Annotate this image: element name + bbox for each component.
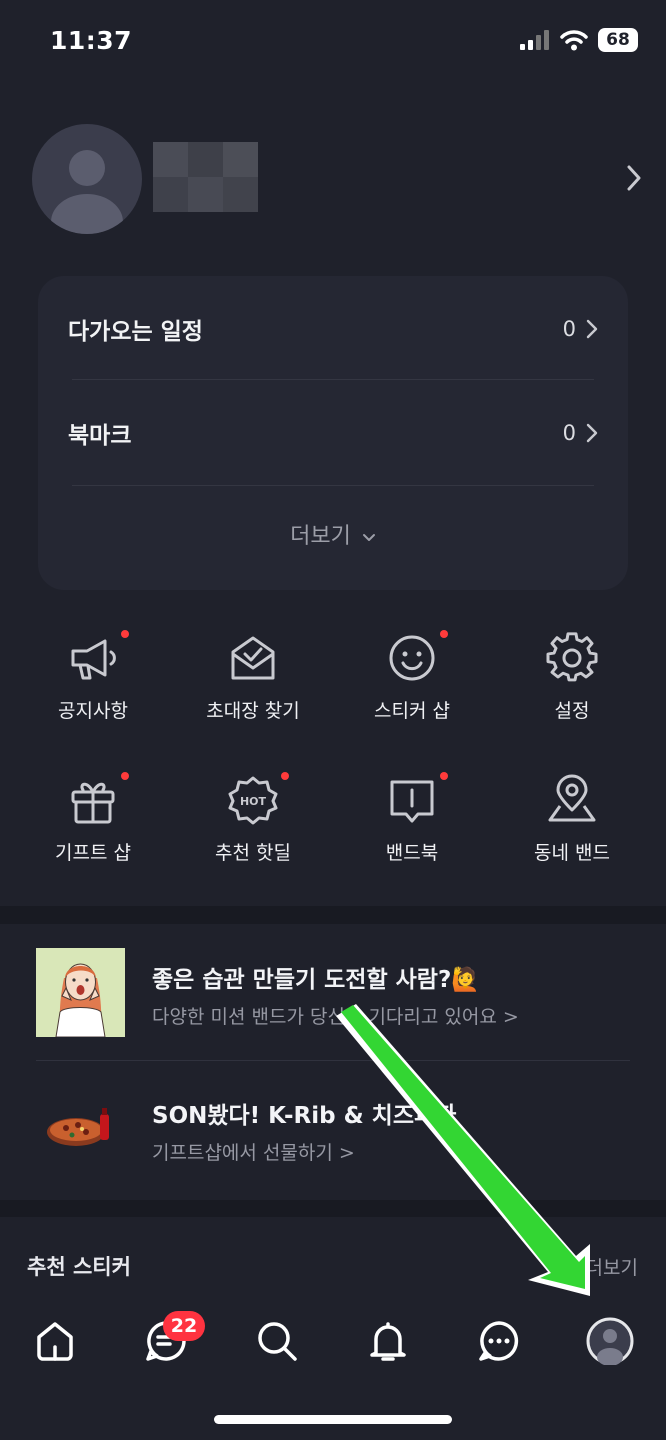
- row-label: 다가오는 일정: [68, 319, 203, 345]
- promo-subtitle: 기프트샵에서 선물하기 >: [152, 1142, 355, 1164]
- gear-icon: [546, 632, 598, 682]
- pizza-image: [47, 1108, 109, 1146]
- bookmark-row[interactable]: 북마크 0: [68, 380, 598, 486]
- menu-item-hot-deal[interactable]: HOT 추천 핫딜: [173, 772, 333, 874]
- tab-notifications[interactable]: [353, 1306, 423, 1376]
- tab-home[interactable]: [20, 1306, 90, 1376]
- recommended-stickers-title: 추천 스티커: [27, 1255, 131, 1279]
- section-separator: [0, 1200, 666, 1217]
- feed-unread-badge: 22: [163, 1311, 205, 1341]
- chevron-right-icon: [586, 423, 598, 443]
- excited-woman-illustration: [36, 948, 125, 1037]
- status-time: 11:37: [50, 26, 133, 55]
- row-count: 0: [562, 421, 576, 445]
- section-separator: [0, 906, 666, 924]
- menu-label: 설정: [554, 700, 590, 722]
- new-dot: [440, 772, 448, 780]
- new-dot: [121, 630, 129, 638]
- recommended-stickers-more[interactable]: 더보기: [586, 1253, 638, 1280]
- promo-title: SON봤다! K-Rib & 치즈피자: [152, 1103, 457, 1129]
- chat-bubble-icon: [479, 1321, 519, 1361]
- chevron-down-icon: [362, 534, 375, 541]
- promo-title: 좋은 습관 만들기 도전할 사람?🙋: [152, 967, 480, 993]
- new-dot: [121, 772, 129, 780]
- menu-item-local-band[interactable]: 동네 밴드: [492, 774, 652, 874]
- signal-icon: [520, 30, 549, 50]
- envelope-check-icon: [231, 636, 275, 680]
- divider: [72, 485, 594, 486]
- more-label: 더보기: [290, 524, 351, 549]
- menu-item-gift-shop[interactable]: 기프트 샵: [13, 772, 173, 874]
- megaphone-icon: [71, 639, 116, 680]
- promo-pizza-gift[interactable]: SON봤다! K-Rib & 치즈피자 기프트샵에서 선물하기 >: [36, 1084, 636, 1174]
- menu-item-invitation[interactable]: 초대장 찾기: [173, 632, 333, 732]
- more-button[interactable]: 더보기: [38, 518, 628, 550]
- row-label: 북마크: [68, 423, 132, 449]
- summary-card: 다가오는 일정 0 북마크 0 더보기: [38, 276, 628, 590]
- menu-item-bandbook[interactable]: 밴드북: [332, 772, 492, 874]
- tab-chat[interactable]: [464, 1306, 534, 1376]
- chevron-right-icon: [586, 319, 598, 339]
- hot-badge-icon: HOT: [228, 776, 278, 825]
- menu-label: 밴드북: [385, 842, 439, 864]
- hot-text: HOT: [240, 795, 267, 808]
- wifi-icon: [560, 30, 588, 51]
- promo-subtitle: 다양한 미션 밴드가 당신을 기다리고 있어요 >: [152, 1006, 519, 1028]
- profile-header[interactable]: [32, 124, 642, 236]
- row-count: 0: [562, 317, 576, 341]
- menu-label: 추천 핫딜: [215, 842, 291, 864]
- menu-label: 스티커 샵: [374, 700, 450, 722]
- home-icon: [37, 1322, 73, 1361]
- profile-avatar[interactable]: [32, 124, 142, 234]
- bell-icon: [370, 1322, 406, 1361]
- profile-name-blurred: [153, 142, 258, 212]
- profile-avatar-icon: [586, 1317, 634, 1365]
- status-bar: 11:37 68: [0, 0, 666, 84]
- promo-habit-challenge[interactable]: 좋은 습관 만들기 도전할 사람?🙋 다양한 미션 밴드가 당신을 기다리고 있…: [36, 948, 636, 1038]
- location-pin-icon: [548, 774, 596, 822]
- menu-item-settings[interactable]: 설정: [492, 632, 652, 732]
- tab-search[interactable]: [242, 1306, 312, 1376]
- bottom-tab-bar: [0, 1292, 666, 1392]
- battery-icon: 68: [598, 28, 638, 52]
- new-dot: [281, 772, 289, 780]
- upcoming-schedule-row[interactable]: 다가오는 일정 0: [68, 276, 598, 382]
- smiley-icon: [389, 635, 435, 681]
- tab-profile[interactable]: [575, 1306, 645, 1376]
- home-indicator: [214, 1415, 452, 1424]
- status-icons: 68: [520, 28, 638, 52]
- menu-item-sticker-shop[interactable]: 스티커 샵: [332, 630, 492, 732]
- menu-label: 초대장 찾기: [206, 700, 300, 722]
- menu-label: 공지사항: [58, 700, 128, 722]
- default-avatar-icon: [51, 150, 123, 234]
- menu-label: 기프트 샵: [55, 842, 131, 864]
- chevron-right-icon[interactable]: [626, 164, 642, 192]
- gift-icon: [71, 782, 115, 824]
- divider: [36, 1060, 630, 1061]
- menu-item-notice[interactable]: 공지사항: [13, 630, 173, 732]
- menu-label: 동네 밴드: [534, 842, 610, 864]
- new-dot: [440, 630, 448, 638]
- book-icon: [390, 780, 434, 823]
- search-icon: [258, 1322, 297, 1361]
